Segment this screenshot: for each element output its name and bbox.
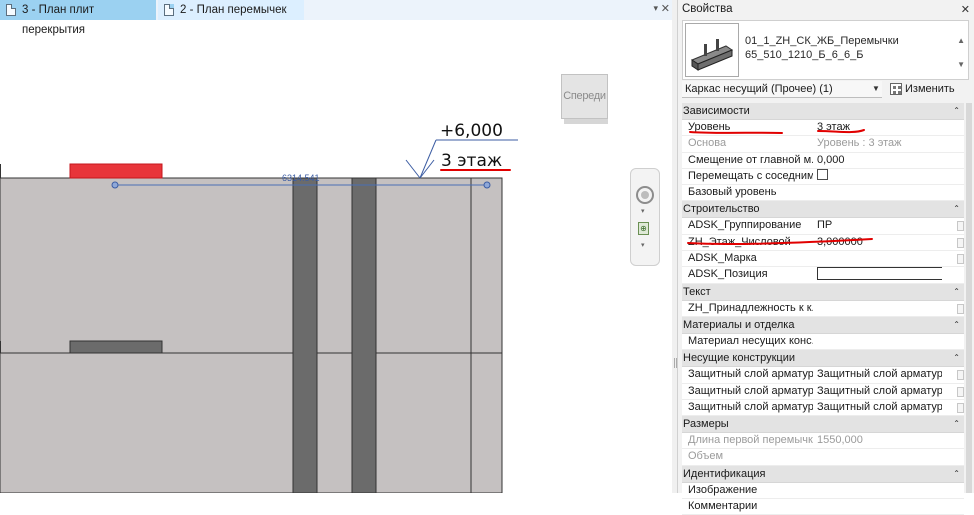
document-icon — [164, 4, 174, 16]
column-left — [292, 177, 318, 493]
slab-body — [0, 177, 503, 493]
chevron-down-icon[interactable]: ▾ — [641, 241, 645, 249]
lintel-lower[interactable] — [69, 340, 163, 354]
document-icon — [6, 4, 16, 16]
annotation-overlay — [687, 129, 873, 246]
navigation-bar[interactable]: ▾ ⊕ ▾ — [630, 168, 660, 266]
level-elevation: +6,000 — [440, 121, 503, 141]
dimension-grip-right[interactable] — [483, 181, 491, 189]
chevron-down-icon[interactable]: ▾ — [641, 207, 645, 215]
property-label: Комментарии — [688, 500, 758, 513]
dimension-text: 6314.541 — [282, 173, 320, 183]
level-name: 3 этаж — [441, 151, 502, 171]
close-view-icon[interactable]: ✕ — [661, 2, 670, 15]
zoom-icon[interactable]: ⊕ — [638, 222, 649, 235]
tab-lintel-plan[interactable]: 2 - План перемычек — [158, 0, 304, 20]
tab-slab-plan[interactable]: 3 - План плит перекрытия — [0, 0, 156, 36]
column-right — [351, 177, 377, 493]
view-tab-bar: 3 - План плит перекрытия 2 - План перемы… — [0, 0, 672, 36]
drawing-view[interactable]: 3 - План плит перекрытия 2 - План перемы… — [0, 0, 672, 493]
viewcube[interactable]: Спереди — [561, 74, 608, 124]
dimension-grip-left[interactable] — [111, 181, 119, 189]
steering-wheel-icon[interactable] — [636, 186, 654, 204]
property-row[interactable]: Комментарии — [682, 499, 964, 515]
tab-label: 2 - План перемычек — [180, 4, 287, 16]
selected-lintel[interactable] — [69, 163, 163, 179]
viewcube-face-label: Спереди — [563, 90, 606, 102]
properties-panel: Свойства ✕ 01_1_ZH_СК_ЖБ_Перемычки 65_51… — [677, 0, 974, 515]
tab-list-chevron-icon[interactable]: ▾ — [653, 3, 658, 14]
